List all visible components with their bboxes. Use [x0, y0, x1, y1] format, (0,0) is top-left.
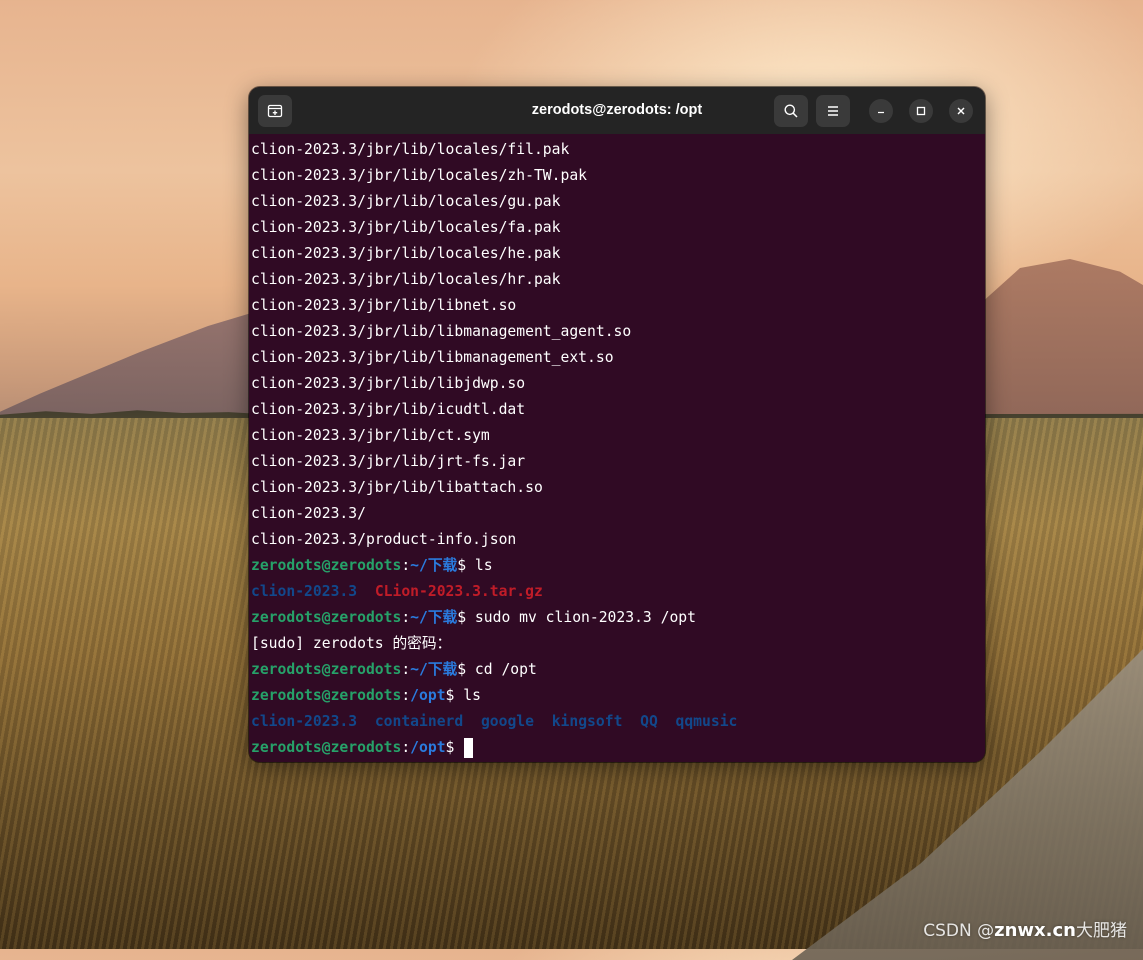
new-tab-button[interactable]: [258, 95, 292, 127]
directory-entry: containerd: [374, 713, 464, 730]
directory-entry: qqmusic: [675, 713, 738, 730]
watermark-prefix: CSDN @: [923, 921, 995, 941]
prompt-path: ~/下载: [410, 557, 458, 574]
command-text: sudo mv clion-2023.3 /opt: [466, 609, 696, 626]
prompt-symbol: $: [457, 661, 467, 678]
maximize-icon: [916, 106, 926, 116]
output-line: clion-2023.3/jbr/lib/libattach.so: [251, 479, 543, 496]
prompt-symbol: $: [457, 609, 467, 626]
watermark-brand: znwx.cn: [994, 920, 1076, 941]
prompt-line: zerodots@zerodots:~/下载$ cd /opt: [251, 657, 985, 683]
prompt-user-host: zerodots@zerodots: [251, 661, 402, 678]
output-line: clion-2023.3/jbr/lib/libmanagement_ext.s…: [251, 349, 614, 366]
terminal-content[interactable]: clion-2023.3/jbr/lib/locales/fil.pak cli…: [249, 134, 985, 762]
close-icon: [957, 107, 965, 115]
new-tab-icon: [267, 104, 283, 118]
output-line: clion-2023.3/jbr/lib/ct.sym: [251, 427, 490, 444]
ls-output-line: clion-2023.3 containerd google kingsoft …: [251, 709, 985, 735]
menu-button[interactable]: [816, 95, 850, 127]
prompt-colon: :: [401, 687, 411, 704]
output-line: clion-2023.3/product-info.json: [251, 531, 517, 548]
watermark: CSDN @znwx.cn大肥猪: [923, 916, 1127, 941]
wallpaper-mountain-right: [960, 259, 1143, 430]
search-icon: [784, 104, 798, 118]
search-button[interactable]: [774, 95, 808, 127]
prompt-path: ~/下载: [410, 661, 458, 678]
window-titlebar[interactable]: zerodots@zerodots: /opt: [249, 87, 985, 134]
prompt-line: zerodots@zerodots:/opt$ ls: [251, 683, 985, 709]
prompt-line: zerodots@zerodots:~/下载$ sudo mv clion-20…: [251, 605, 985, 631]
minimize-button[interactable]: [869, 99, 893, 123]
command-text: cd /opt: [466, 661, 537, 678]
minimize-icon: [878, 111, 884, 114]
command-text: ls: [466, 557, 493, 574]
directory-entry: QQ: [640, 713, 658, 730]
prompt-user-host: zerodots@zerodots: [251, 557, 402, 574]
prompt-colon: :: [401, 661, 411, 678]
sudo-password-prompt: [sudo] zerodots 的密码：: [251, 635, 452, 652]
maximize-button[interactable]: [909, 99, 933, 123]
directory-entry: google: [480, 713, 534, 730]
command-text: ls: [454, 687, 481, 704]
prompt-path: /opt: [410, 687, 446, 704]
terminal-window[interactable]: zerodots@zerodots: /opt clion-2023.3/jbr…: [249, 87, 985, 762]
watermark-suffix: 大肥猪: [1076, 921, 1127, 941]
output-line: clion-2023.3/jbr/lib/icudtl.dat: [251, 401, 526, 418]
directory-entry: clion-2023.3: [251, 583, 358, 600]
prompt-colon: :: [401, 739, 411, 756]
prompt-colon: :: [401, 557, 411, 574]
prompt-colon: :: [401, 609, 411, 626]
output-line: clion-2023.3/jbr/lib/libnet.so: [251, 297, 517, 314]
ls-output-line: clion-2023.3 CLion-2023.3.tar.gz: [251, 579, 985, 605]
directory-entry: clion-2023.3: [251, 713, 358, 730]
output-line: clion-2023.3/jbr/lib/jrt-fs.jar: [251, 453, 526, 470]
output-line: clion-2023.3/jbr/lib/locales/zh-TW.pak: [251, 167, 588, 184]
text-cursor: [464, 738, 474, 758]
output-line: clion-2023.3/jbr/lib/libmanagement_agent…: [251, 323, 632, 340]
hamburger-menu-icon: [828, 106, 838, 116]
output-line: clion-2023.3/jbr/lib/libjdwp.so: [251, 375, 526, 392]
prompt-user-host: zerodots@zerodots: [251, 739, 402, 756]
prompt-user-host: zerodots@zerodots: [251, 687, 402, 704]
prompt-line: zerodots@zerodots:~/下载$ ls: [251, 553, 985, 579]
prompt-user-host: zerodots@zerodots: [251, 609, 402, 626]
archive-entry: CLion-2023.3.tar.gz: [374, 583, 543, 600]
output-line: clion-2023.3/jbr/lib/locales/gu.pak: [251, 193, 561, 210]
prompt-symbol: $: [457, 557, 467, 574]
prompt-path: /opt: [410, 739, 446, 756]
active-prompt-line[interactable]: zerodots@zerodots:/opt$: [251, 735, 985, 761]
directory-entry: kingsoft: [551, 713, 623, 730]
output-line: clion-2023.3/jbr/lib/locales/fa.pak: [251, 219, 561, 236]
output-line: clion-2023.3/: [251, 505, 366, 522]
output-line: clion-2023.3/jbr/lib/locales/fil.pak: [251, 141, 570, 158]
close-button[interactable]: [949, 99, 973, 123]
prompt-path: ~/下载: [410, 609, 458, 626]
output-line: clion-2023.3/jbr/lib/locales/he.pak: [251, 245, 561, 262]
output-line: clion-2023.3/jbr/lib/locales/hr.pak: [251, 271, 561, 288]
